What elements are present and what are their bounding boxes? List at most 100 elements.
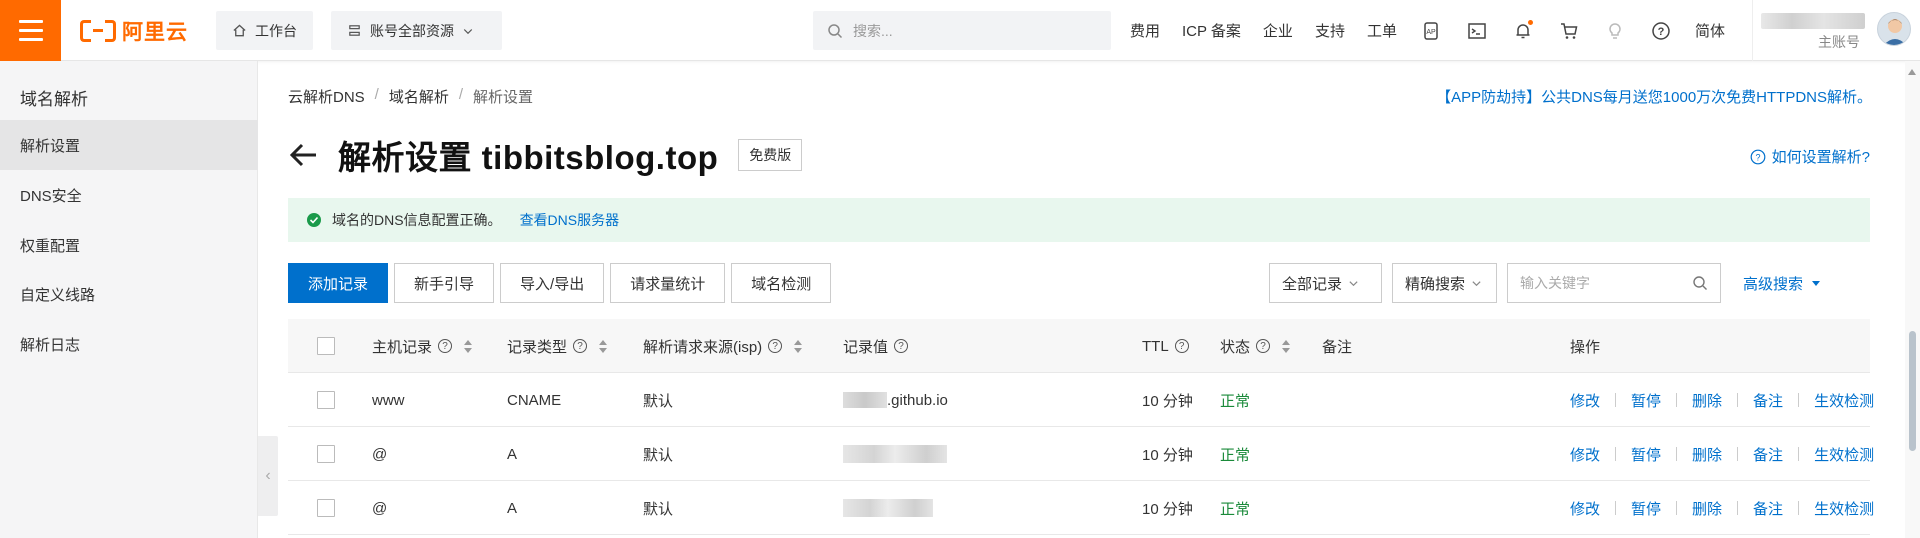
edit-link[interactable]: 修改 <box>1570 444 1600 465</box>
top-navigation-bar: 阿里云 工作台 账号全部资源 搜索... 费用 ICP 备案 企业 支持 工单 … <box>0 0 1920 61</box>
caret-down-icon <box>1812 281 1821 286</box>
keyword-input[interactable]: 输入关键字 <box>1507 263 1721 303</box>
verify-link[interactable]: 生效检测 <box>1814 444 1874 465</box>
remark-link[interactable]: 备注 <box>1753 390 1783 411</box>
row-actions: 修改 暂停 删除 备注 生效检测 <box>1570 427 1874 481</box>
header-remark: 备注 <box>1322 338 1353 356</box>
svg-text:AP: AP <box>1426 29 1436 36</box>
delete-link[interactable]: 删除 <box>1692 444 1722 465</box>
resources-dropdown[interactable]: 账号全部资源 <box>331 11 502 50</box>
view-dns-servers-link[interactable]: 查看DNS服务器 <box>520 210 620 230</box>
select-all-checkbox[interactable] <box>317 337 335 355</box>
aliyun-logo[interactable]: 阿里云 <box>80 17 188 45</box>
guide-button[interactable]: 新手引导 <box>394 263 495 303</box>
link-ticket[interactable]: 工单 <box>1367 20 1397 41</box>
scrollbar[interactable] <box>1905 61 1920 538</box>
question-circle-icon[interactable]: ? <box>894 339 909 353</box>
cell-value <box>843 481 933 535</box>
link-support[interactable]: 支持 <box>1315 20 1345 41</box>
question-circle-icon[interactable]: ? <box>1174 339 1189 353</box>
cell-ttl: 10 分钟 <box>1142 500 1193 518</box>
account-name-redacted <box>1761 13 1865 29</box>
question-circle-icon[interactable]: ? <box>573 339 588 353</box>
terminal-icon[interactable] <box>1465 19 1489 43</box>
verify-link[interactable]: 生效检测 <box>1814 390 1874 411</box>
header-status[interactable]: 状态 ? <box>1220 319 1291 373</box>
scroll-up-icon[interactable] <box>1908 69 1916 75</box>
chevron-down-icon <box>1472 280 1481 286</box>
sort-icon[interactable] <box>464 339 473 353</box>
domain-check-button[interactable]: 域名检测 <box>731 263 832 303</box>
pause-link[interactable]: 暂停 <box>1631 390 1661 411</box>
breadcrumb-cloud-dns[interactable]: 云解析DNS <box>288 86 365 107</box>
avatar[interactable] <box>1877 12 1911 46</box>
sidebar-item-resolve-logs[interactable]: 解析日志 <box>0 319 258 369</box>
header-type[interactable]: 记录类型 ? <box>507 319 608 373</box>
sidebar-item-weight-config[interactable]: 权重配置 <box>0 220 258 270</box>
pause-link[interactable]: 暂停 <box>1631 498 1661 519</box>
request-stats-button[interactable]: 请求量统计 <box>610 263 726 303</box>
remark-link[interactable]: 备注 <box>1753 498 1783 519</box>
cart-icon[interactable] <box>1557 19 1581 43</box>
pause-link[interactable]: 暂停 <box>1631 444 1661 465</box>
redacted-value <box>843 445 947 463</box>
sort-icon[interactable] <box>599 339 608 353</box>
help-icon[interactable]: ? <box>1649 19 1673 43</box>
header-host-label: 主机记录 <box>372 338 433 356</box>
header-ttl: TTL ? <box>1142 319 1189 373</box>
cell-ttl: 10 分钟 <box>1142 446 1193 464</box>
question-circle-icon[interactable]: ? <box>768 339 783 353</box>
question-circle-icon[interactable]: ? <box>1256 339 1271 353</box>
sort-icon[interactable] <box>1282 339 1291 353</box>
link-icp[interactable]: ICP 备案 <box>1182 20 1241 41</box>
sort-icon[interactable] <box>794 339 803 353</box>
workbench-button[interactable]: 工作台 <box>216 11 313 50</box>
record-filter-select[interactable]: 全部记录 <box>1269 263 1382 303</box>
row-actions: 修改 暂停 删除 备注 生效检测 <box>1570 481 1874 535</box>
scrollbar-thumb[interactable] <box>1909 331 1916 451</box>
breadcrumb-separator: / <box>458 86 464 103</box>
delete-link[interactable]: 删除 <box>1692 498 1722 519</box>
bell-icon[interactable] <box>1511 19 1535 43</box>
table-row: @ A 默认 10 分钟 正常 修改 暂停 删除 备注 生效检测 <box>288 427 1874 481</box>
row-checkbox[interactable] <box>317 391 335 409</box>
cell-isp: 默认 <box>643 500 674 518</box>
promo-link[interactable]: 【APP防劫持】公共DNS每月送您1000万次免费HTTPDNS解析。 <box>1436 86 1872 107</box>
table-row: @ A 默认 10 分钟 正常 修改 暂停 删除 备注 生效检测 <box>288 481 1874 535</box>
question-circle-icon[interactable]: ? <box>438 339 453 353</box>
cell-value-text: .github.io <box>887 391 948 409</box>
header-isp[interactable]: 解析请求来源(isp) ? <box>643 319 803 373</box>
help-link-label: 如何设置解析? <box>1771 149 1870 166</box>
row-checkbox[interactable] <box>317 445 335 463</box>
help-link[interactable]: ? 如何设置解析? <box>1750 146 1870 167</box>
app-icon[interactable]: AP <box>1419 19 1443 43</box>
cell-host: @ <box>372 499 388 517</box>
link-billing[interactable]: 费用 <box>1130 20 1160 41</box>
header-host[interactable]: 主机记录 ? <box>372 319 473 373</box>
link-enterprise[interactable]: 企业 <box>1263 20 1293 41</box>
advanced-search-link[interactable]: 高级搜索 <box>1743 273 1821 294</box>
menu-icon[interactable] <box>0 0 61 61</box>
sidebar-item-custom-lines[interactable]: 自定义线路 <box>0 269 258 319</box>
edit-link[interactable]: 修改 <box>1570 390 1600 411</box>
sidebar-item-dns-settings[interactable]: 解析设置 <box>0 120 258 170</box>
edit-link[interactable]: 修改 <box>1570 498 1600 519</box>
verify-link[interactable]: 生效检测 <box>1814 498 1874 519</box>
search-mode-select[interactable]: 精确搜索 <box>1392 263 1497 303</box>
language-switch[interactable]: 简体 <box>1695 20 1725 41</box>
global-search-input[interactable]: 搜索... <box>813 11 1111 50</box>
row-checkbox[interactable] <box>317 499 335 517</box>
advanced-search-label: 高级搜索 <box>1743 275 1804 293</box>
sidebar-item-dns-security[interactable]: DNS安全 <box>0 170 258 220</box>
lightbulb-icon[interactable] <box>1603 19 1627 43</box>
delete-link[interactable]: 删除 <box>1692 390 1722 411</box>
add-record-button[interactable]: 添加记录 <box>288 263 389 303</box>
edition-tag: 免费版 <box>738 139 803 171</box>
breadcrumb-domain-resolve[interactable]: 域名解析 <box>389 86 449 107</box>
chevron-down-icon <box>463 28 473 34</box>
import-export-button[interactable]: 导入/导出 <box>500 263 605 303</box>
user-account[interactable]: 主账号 <box>1752 0 1920 61</box>
back-arrow-icon[interactable] <box>286 137 322 173</box>
remark-link[interactable]: 备注 <box>1753 444 1783 465</box>
search-icon[interactable] <box>1692 275 1708 291</box>
